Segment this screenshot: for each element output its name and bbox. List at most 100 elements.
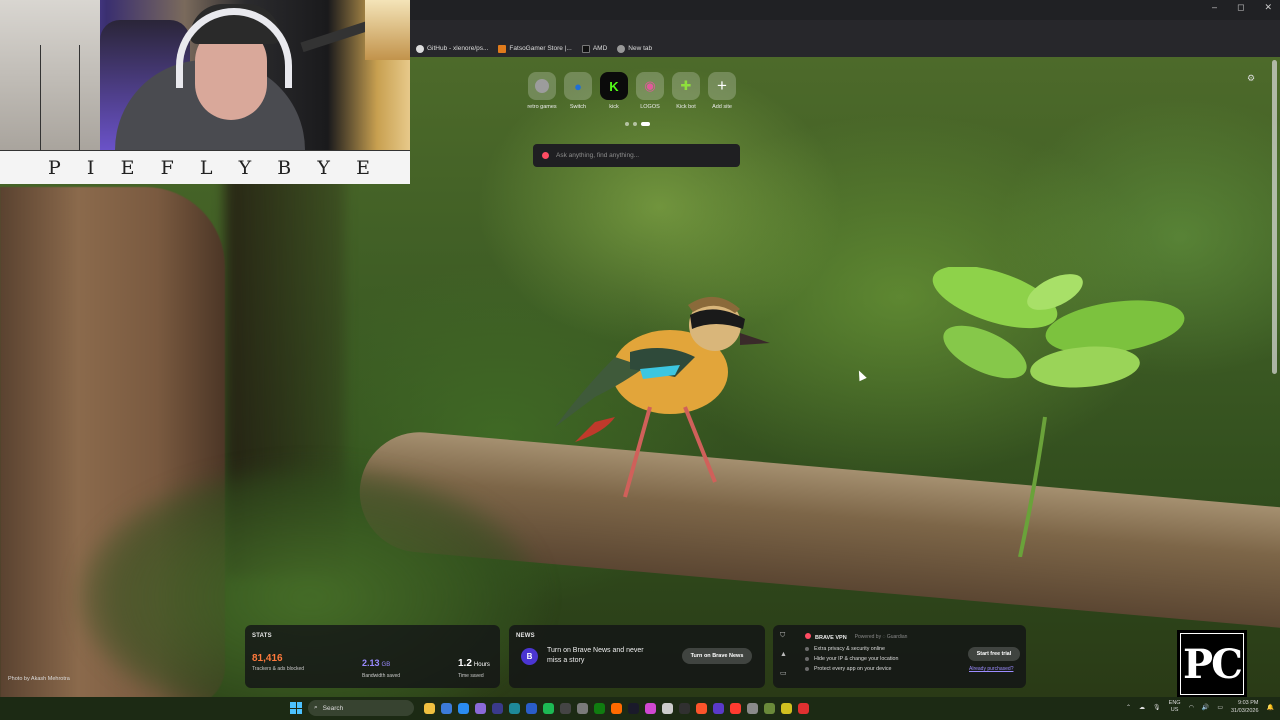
time-unit: Hours [473,662,490,668]
already-purchased-link[interactable]: Already purchased? [969,666,1013,672]
top-site-retro-games[interactable]: retro games [527,72,557,110]
vpn-header: BRAVE VPN Powered by ◌ Guardian [805,633,907,641]
streamer-name-banner: P I E F L Y B Y E [0,150,410,184]
photo-credit[interactable]: Photo by Akash Mehrotra [8,676,70,682]
notification-icon[interactable]: 🔔 [1267,704,1274,711]
taskbar-app-icon[interactable] [424,702,435,714]
banner-letter: F [160,156,174,179]
top-site-kick-bot[interactable]: ✚ Kick bot [672,72,700,110]
banner-letter: P [48,156,61,179]
webcam-overlay [0,0,410,150]
cloud-icon[interactable]: ☁ [1139,704,1145,711]
banner-letter: L [199,156,213,179]
vpn-feature: Hide your IP & change your location [805,656,898,662]
taskbar-search[interactable]: ⌕ Search [308,700,414,716]
volume-icon[interactable]: 🔊 [1202,704,1209,711]
taskbar-app-icon[interactable] [764,702,775,714]
amd-icon [581,44,590,53]
time-value: 1.2 [458,658,472,669]
taskbar-app-icon[interactable] [492,702,503,714]
gear-icon[interactable]: ⚙ [1247,73,1255,84]
taskbar-app-icon[interactable] [475,702,486,714]
brave-news-icon: B [521,648,538,665]
system-tray: ⌃ ☁ 🎙 ENG US ◠ 🔊 ▭ 9:03 PM 31/03/2026 🔔 [1126,699,1274,715]
taskbar-app-icon[interactable] [679,702,690,714]
taskbar-app-icon[interactable] [577,702,588,714]
vpn-feature-text: Extra privacy & security online [814,646,885,652]
taskbar-app-icon[interactable] [730,702,741,714]
scrollbar[interactable] [1272,60,1277,374]
webcam-lamp [365,0,410,60]
vpn-tab-icon[interactable]: ⛉ [780,632,787,640]
taskbar-app-icon[interactable] [509,702,520,714]
language-indicator[interactable]: ENG US [1169,700,1181,714]
taskbar-app-icon[interactable] [543,702,554,714]
top-sites: retro games ● Switch K kick ◉ LOGOS ✚ Ki… [527,72,736,110]
taskbar-app-icon[interactable] [526,702,537,714]
pager-dot[interactable] [625,122,629,126]
windows-taskbar: ⌕ Search ⌃ ☁ 🎙 ENG US ◠ 🔊 ▭ 9:03 PM 31/0… [0,697,1280,720]
microphone-icon[interactable]: 🎙 [1153,704,1161,711]
plant-illustration [932,267,1185,557]
bookmark-new-tab[interactable]: New tab [617,44,652,53]
top-sites-pager [625,122,650,126]
taskbar-app-icon[interactable] [594,702,605,714]
webcam-tripod [40,45,80,150]
language-code: ENG [1168,700,1181,706]
bandwidth-label: Bandwidth saved [362,673,401,679]
banner-letter: E [120,156,135,179]
taskbar-app-icon[interactable] [781,702,792,714]
clock-date: 31/03/2026 [1230,708,1259,714]
rewards-tab-icon[interactable]: ▲ [780,651,787,658]
minimize-button[interactable]: – [1212,2,1217,13]
vpn-powered-by: Powered by ◌ Guardian [854,634,908,640]
windows-start-icon[interactable] [290,702,302,714]
switch-icon: ● [564,72,592,100]
top-site-add[interactable]: + Add site [708,72,736,110]
bookmark-label: AMD [592,45,608,52]
top-site-kick[interactable]: K kick [600,72,628,110]
search-input[interactable] [556,152,726,159]
taskbar-search-label: Search [322,704,344,712]
brave-vpn-icon [805,633,811,639]
clock[interactable]: 9:03 PM 31/03/2026 [1231,699,1259,715]
top-site-switch[interactable]: ● Switch [564,72,592,110]
pager-dot[interactable] [633,122,637,126]
search-icon: ⌕ [314,704,318,711]
newtab-search-box[interactable] [533,144,740,167]
github-icon [416,44,424,53]
taskbar-app-icon[interactable] [611,702,622,714]
pager-dot-active[interactable] [641,122,650,126]
maximize-button[interactable]: ◻ [1237,2,1244,13]
bookmark-github[interactable]: GitHub - xlenore/ps... [416,44,488,53]
taskbar-app-icon[interactable] [458,702,469,714]
cards-tab-icon[interactable]: ▭ [780,669,787,677]
close-button[interactable]: ✕ [1264,2,1272,13]
banner-letter: B [277,156,292,179]
battery-icon[interactable]: ▭ [1217,704,1223,711]
stats-heading: STATS [252,633,272,639]
stats-widget: STATS 81,416 Trackers & ads blocked 2.13… [245,625,500,688]
banner-letter: I [86,156,95,179]
taskbar-app-icon[interactable] [713,702,724,714]
turn-on-news-button[interactable]: Turn on Brave News [682,648,752,664]
chevron-up-icon[interactable]: ⌃ [1126,704,1131,711]
wifi-icon[interactable]: ◠ [1189,704,1194,711]
taskbar-app-icon[interactable] [628,702,639,714]
start-free-trial-button[interactable]: Start free trial [968,647,1020,661]
taskbar-app-icon[interactable] [662,702,673,714]
taskbar-app-icon[interactable] [441,702,452,714]
bookmark-amd[interactable]: AMD [581,44,608,53]
screen: – ◻ ✕ ⛊ ▲ ▭ ▣ ✦ ⛉ ☰ GitHub - xlenore/ps.… [0,0,1280,720]
bookmark-fatsogamer[interactable]: FatsoGamer Store |... [498,44,572,53]
taskbar-app-icon[interactable] [560,702,571,714]
vpn-feature-text: Hide your IP & change your location [814,656,899,662]
top-site-logos[interactable]: ◉ LOGOS [636,72,664,110]
vpn-feature: Protect every app on your device [805,666,891,672]
pc-logo-text: PC [1181,634,1243,694]
taskbar-app-icon[interactable] [798,702,809,714]
taskbar-app-icon[interactable] [645,702,656,714]
bandwidth-value: 2.13 [362,658,380,668]
taskbar-app-icon[interactable] [696,702,707,714]
taskbar-app-icon[interactable] [747,702,758,714]
